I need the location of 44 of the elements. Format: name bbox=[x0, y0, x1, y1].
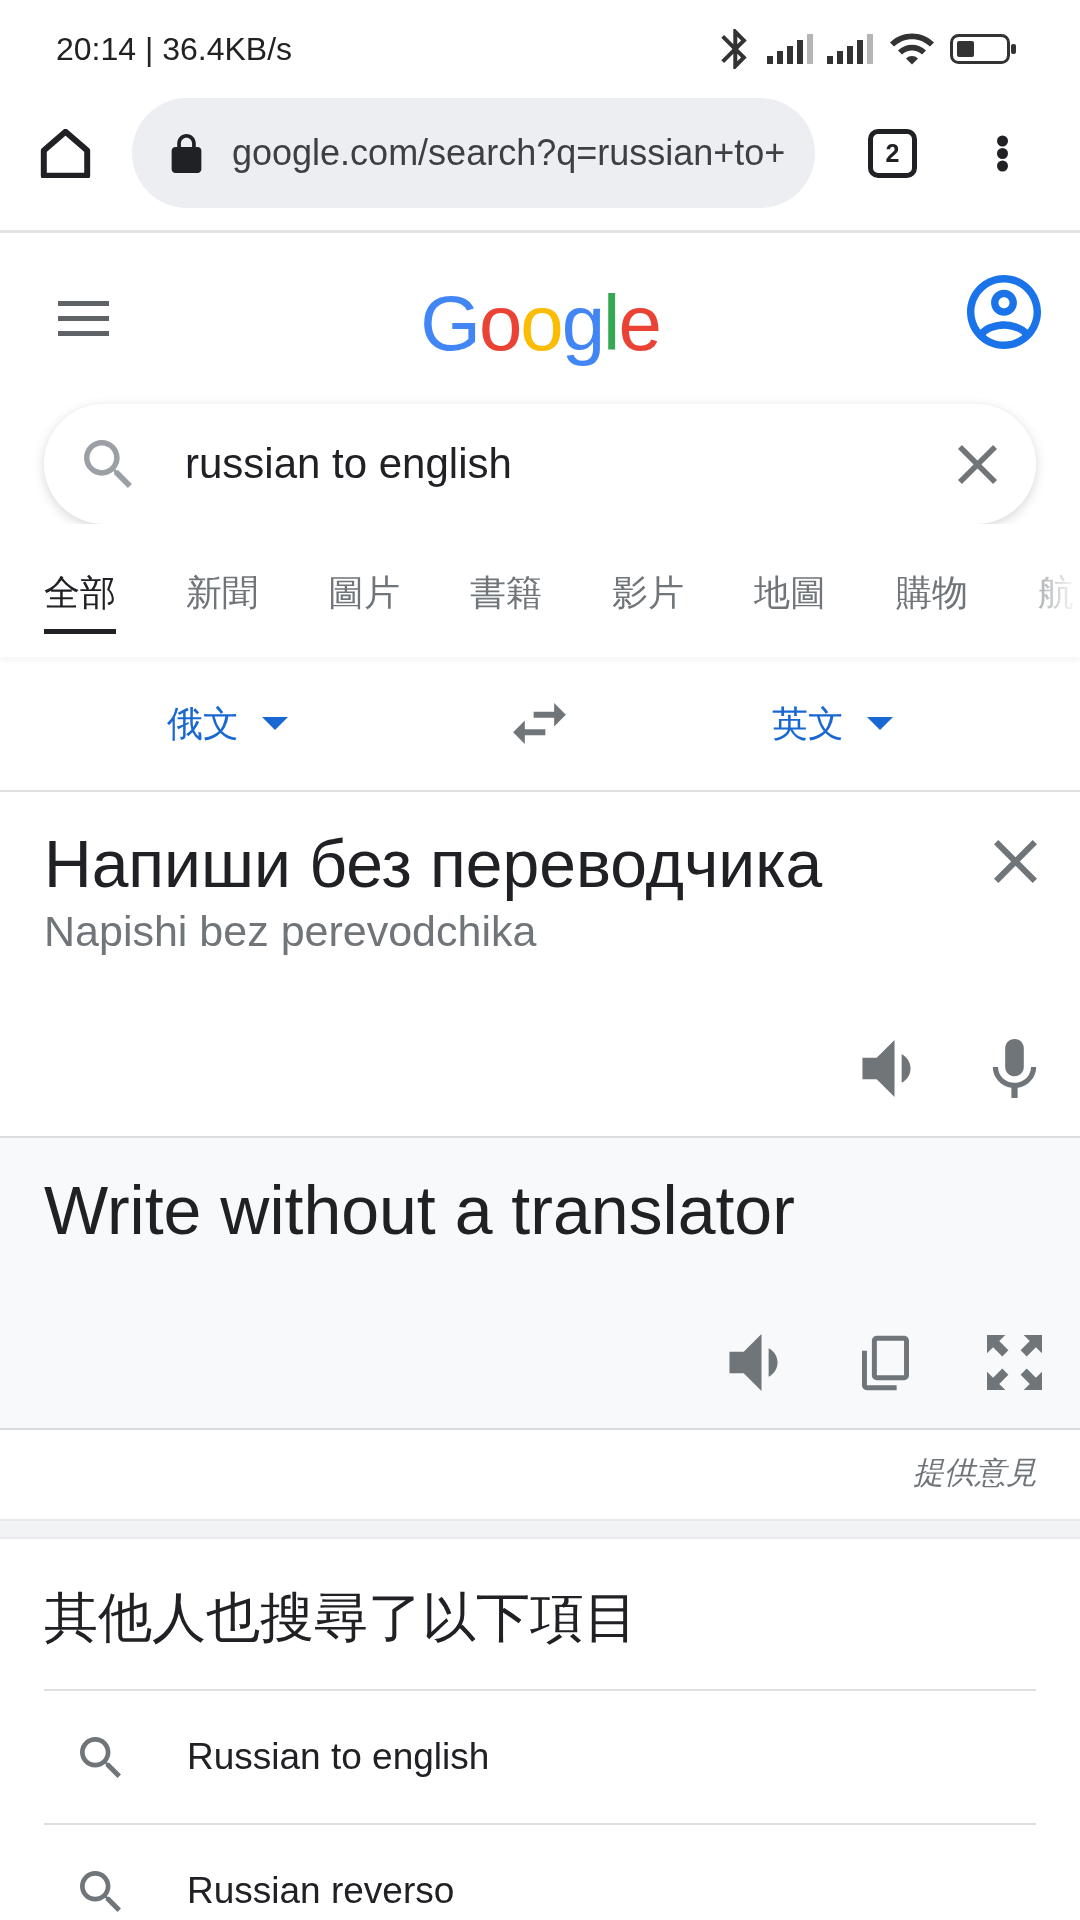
wifi-icon bbox=[890, 33, 934, 65]
lock-icon bbox=[171, 133, 202, 173]
tab[interactable]: 購物 bbox=[896, 571, 968, 634]
tab[interactable]: 圖片 bbox=[328, 571, 400, 634]
related-search-text[interactable]: Russian to english bbox=[187, 1735, 490, 1779]
google-logo: Google bbox=[420, 277, 660, 368]
related-searches-title: 其他人也搜尋了以下項目 bbox=[44, 1586, 638, 1649]
swap-icon[interactable] bbox=[513, 703, 566, 744]
search-icon bbox=[80, 1736, 121, 1778]
dropdown-caret-icon bbox=[262, 717, 288, 730]
account-icon[interactable] bbox=[967, 274, 1041, 349]
target-language-selector[interactable]: 英文 bbox=[772, 701, 893, 746]
source-language-selector[interactable]: 俄文 bbox=[167, 701, 288, 746]
transliteration-text: Napishi bez perevodchika bbox=[44, 906, 537, 956]
signal-icon bbox=[767, 34, 814, 64]
copy-icon[interactable] bbox=[862, 1334, 909, 1391]
translation-text: Write without a translator bbox=[44, 1172, 795, 1248]
bluetooth-icon bbox=[719, 29, 749, 69]
tab[interactable]: 地圖 bbox=[754, 571, 826, 634]
dropdown-caret-icon bbox=[867, 717, 893, 730]
tab[interactable]: 影片 bbox=[612, 571, 684, 634]
search-icon bbox=[84, 440, 132, 488]
battery-icon bbox=[950, 34, 1016, 64]
speaker-icon[interactable] bbox=[729, 1334, 778, 1391]
source-text-field[interactable]: Напиши без переводчика bbox=[44, 826, 823, 902]
tab[interactable]: 新聞 bbox=[186, 571, 258, 634]
close-icon[interactable] bbox=[958, 444, 997, 484]
related-search-text[interactable]: Russian reverso bbox=[187, 1869, 455, 1913]
tab[interactable]: 書籍 bbox=[470, 571, 542, 634]
microphone-icon[interactable] bbox=[992, 1039, 1037, 1098]
tab[interactable]: 全部 bbox=[44, 571, 116, 634]
signal-icon bbox=[827, 34, 874, 64]
address-bar[interactable]: google.com/search?q=russian+to+ bbox=[132, 98, 815, 208]
home-icon[interactable] bbox=[40, 128, 91, 178]
feedback-link[interactable]: 提供意見 bbox=[913, 1454, 1037, 1492]
tab-count-button[interactable]: 2 bbox=[868, 128, 917, 178]
more-menu-icon[interactable] bbox=[994, 134, 1011, 172]
speaker-icon[interactable] bbox=[862, 1040, 911, 1097]
fullscreen-icon[interactable] bbox=[987, 1335, 1042, 1390]
search-icon bbox=[80, 1870, 121, 1912]
close-icon[interactable] bbox=[994, 840, 1037, 883]
menu-icon[interactable] bbox=[58, 301, 109, 336]
status-text: 20:14 | 36.4KB/s bbox=[56, 30, 293, 68]
search-field[interactable]: russian to english bbox=[44, 404, 1036, 524]
